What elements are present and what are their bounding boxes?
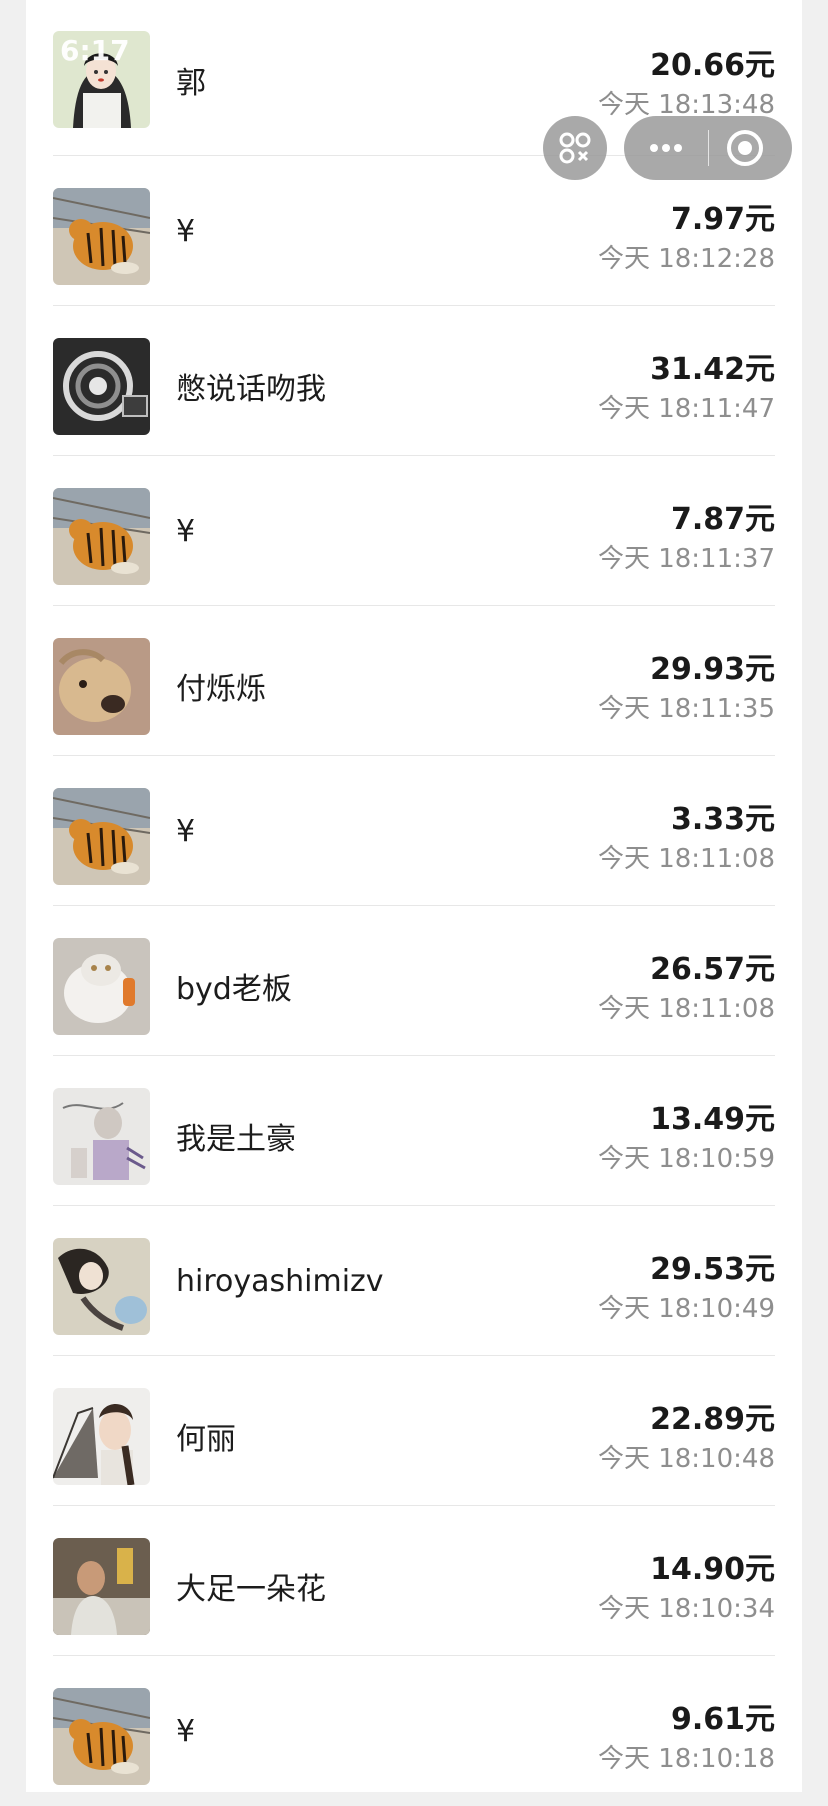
avatar — [53, 488, 150, 585]
payer-name: 憋说话吻我 — [176, 372, 326, 407]
more-dots-icon — [650, 144, 682, 152]
amount: 9.61元 — [670, 1702, 775, 1737]
timestamp: 今天 18:12:28 — [597, 244, 775, 274]
amount: 22.89元 — [650, 1402, 775, 1437]
list-item[interactable]: hiroyashimizv 29.53元 今天 18:10:49 — [26, 1206, 802, 1356]
avatar — [53, 638, 150, 735]
list-item[interactable]: ¥ 3.33元 今天 18:11:08 — [26, 756, 802, 906]
amount: 7.97元 — [670, 202, 775, 237]
list-item[interactable]: byd老板 26.57元 今天 18:11:08 — [26, 906, 802, 1056]
scan-button[interactable] — [543, 116, 607, 180]
payer-name: byd老板 — [176, 972, 292, 1007]
payer-name: ¥ — [176, 814, 196, 849]
white-cat-image — [53, 938, 150, 1035]
more-button[interactable] — [624, 116, 708, 180]
payer-name: ¥ — [176, 214, 196, 249]
amount: 26.57元 — [650, 952, 775, 987]
timestamp: 今天 18:11:37 — [597, 544, 775, 574]
list-item[interactable]: 憋说话吻我 31.42元 今天 18:11:47 — [26, 306, 802, 456]
timestamp: 今天 18:11:08 — [597, 994, 775, 1024]
payer-name: 付烁烁 — [176, 672, 266, 707]
woman-fan-image — [53, 1388, 150, 1485]
payer-name: hiroyashimizv — [176, 1264, 384, 1299]
tiger-image — [53, 188, 150, 285]
avatar — [53, 188, 150, 285]
amount: 31.42元 — [650, 352, 775, 387]
close-button[interactable] — [709, 116, 792, 180]
timestamp: 今天 18:10:59 — [597, 1144, 775, 1174]
avatar — [53, 1688, 150, 1785]
status-bar-time: 6:17 — [60, 34, 130, 67]
bw-abstract-image — [53, 338, 150, 435]
timestamp: 今天 18:11:08 — [597, 844, 775, 874]
amount: 7.87元 — [670, 502, 775, 537]
timestamp: 今天 18:10:18 — [597, 1744, 775, 1774]
amount: 3.33元 — [670, 802, 775, 837]
tiger-image — [53, 788, 150, 885]
amount: 20.66元 — [650, 48, 775, 83]
timestamp: 今天 18:10:48 — [597, 1444, 775, 1474]
list-item[interactable]: 付烁烁 29.93元 今天 18:11:35 — [26, 606, 802, 756]
target-close-icon — [727, 130, 763, 166]
timestamp: 今天 18:11:35 — [597, 694, 775, 724]
payer-name: ¥ — [176, 514, 196, 549]
anime-figure-image — [53, 1238, 150, 1335]
amount: 13.49元 — [650, 1102, 775, 1137]
tiger-image — [53, 1688, 150, 1785]
avatar — [53, 788, 150, 885]
amount: 14.90元 — [650, 1552, 775, 1587]
list-item[interactable]: 我是土豪 13.49元 今天 18:10:59 — [26, 1056, 802, 1206]
avatar — [53, 1238, 150, 1335]
list-item[interactable]: 大足一朵花 14.90元 今天 18:10:34 — [26, 1506, 802, 1656]
avatar — [53, 1088, 150, 1185]
payer-name: 何丽 — [176, 1422, 236, 1457]
timestamp: 今天 18:10:34 — [597, 1594, 775, 1624]
avatar — [53, 1538, 150, 1635]
man-portrait-image — [53, 1538, 150, 1635]
list-item[interactable]: 何丽 22.89元 今天 18:10:48 — [26, 1356, 802, 1506]
amount: 29.53元 — [650, 1252, 775, 1287]
list-item[interactable]: ¥ 7.87元 今天 18:11:37 — [26, 456, 802, 606]
avatar — [53, 938, 150, 1035]
puppy-image — [53, 638, 150, 735]
payer-name: 我是土豪 — [176, 1122, 296, 1157]
mini-program-capsule — [624, 116, 792, 180]
payer-name: ¥ — [176, 1714, 196, 1749]
timestamp: 今天 18:10:49 — [597, 1294, 775, 1324]
scan-grid-icon — [559, 132, 591, 164]
avatar — [53, 338, 150, 435]
sketch-art-image — [53, 1088, 150, 1185]
timestamp: 今天 18:11:47 — [597, 394, 775, 424]
avatar — [53, 1388, 150, 1485]
tiger-image — [53, 488, 150, 585]
payer-name: 大足一朵花 — [176, 1572, 326, 1607]
amount: 29.93元 — [650, 652, 775, 687]
list-item[interactable]: ¥ 9.61元 今天 18:10:18 — [26, 1656, 802, 1806]
payer-name: 郭 — [176, 66, 206, 101]
